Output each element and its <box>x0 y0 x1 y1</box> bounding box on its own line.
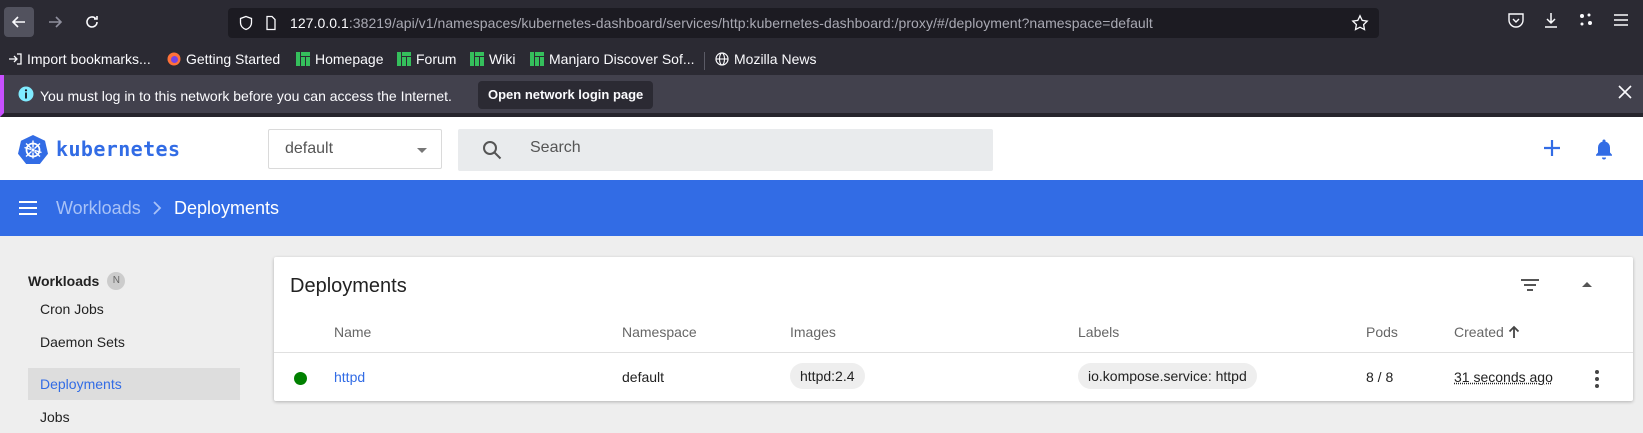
url-host: 127.0.0.1 <box>290 15 349 31</box>
dropdown-caret-icon <box>417 148 427 153</box>
sidebar-heading-label: Workloads <box>28 273 100 289</box>
logo-text: kubernetes <box>56 137 181 161</box>
search-icon <box>483 141 502 160</box>
bookmark-label: Homepage <box>315 51 384 67</box>
info-icon <box>18 86 34 102</box>
column-header-label: Labels <box>1078 324 1120 340</box>
reload-button[interactable] <box>77 7 107 37</box>
kubernetes-logo[interactable]: kubernetes <box>18 134 180 164</box>
kubernetes-wheel-icon <box>18 135 48 164</box>
pods-count: 8 / 8 <box>1366 369 1394 385</box>
url-path: :38219/api/v1/namespaces/kubernetes-dash… <box>348 15 1153 31</box>
create-resource-icon[interactable] <box>1542 138 1562 158</box>
extensions-icon[interactable] <box>1577 11 1595 29</box>
arrow-up-icon <box>1508 325 1519 338</box>
column-header-name[interactable]: Name <box>334 324 371 340</box>
manjaro-icon <box>397 52 411 66</box>
forward-button[interactable] <box>40 7 70 37</box>
bookmark-homepage[interactable]: Homepage <box>296 51 384 67</box>
label-chip: io.kompose.service: httpd <box>1078 363 1257 389</box>
created-time: 31 seconds ago <box>1454 369 1553 385</box>
bookmark-label: Import bookmarks... <box>27 51 151 67</box>
browser-toolbar: 127.0.0.1:38219/api/v1/namespaces/kubern… <box>0 0 1643 44</box>
search-input[interactable] <box>530 139 950 157</box>
bookmark-label: Wiki <box>489 51 516 67</box>
image-chip: httpd:2.4 <box>790 363 865 389</box>
column-header-namespace[interactable]: Namespace <box>622 324 697 340</box>
manjaro-icon <box>296 52 310 66</box>
bookmark-label: Forum <box>416 51 457 67</box>
pocket-icon[interactable] <box>1507 11 1525 29</box>
url-bar[interactable]: 127.0.0.1:38219/api/v1/namespaces/kubern… <box>228 8 1379 38</box>
globe-icon <box>715 52 729 66</box>
manjaro-icon <box>530 52 544 66</box>
import-icon <box>9 53 22 65</box>
deployments-card: Deployments Name Namespace Images Labels… <box>274 257 1633 401</box>
bookmark-label: Manjaro Discover Sof... <box>549 51 695 67</box>
deployment-name-link[interactable]: httpd <box>334 369 365 385</box>
breadcrumb-deployments: Deployments <box>174 198 280 218</box>
menu-icon[interactable] <box>18 198 38 218</box>
deployment-namespace: default <box>622 369 665 385</box>
sidebar-item-deployments[interactable]: Deployments <box>28 368 240 400</box>
bookmark-forum[interactable]: Forum <box>397 51 456 67</box>
namespaced-badge: N <box>107 272 126 290</box>
back-arrow-icon <box>11 16 25 28</box>
sidebar-item-cron-jobs[interactable]: Cron Jobs <box>28 293 240 325</box>
header-divider <box>274 352 1633 353</box>
dashboard-header: kubernetes default <box>0 117 1643 180</box>
bookmark-label: Mozilla News <box>734 51 817 67</box>
sidebar-item-jobs[interactable]: Jobs <box>28 401 240 433</box>
bookmark-import[interactable]: Import bookmarks... <box>8 51 151 67</box>
manjaro-icon <box>470 52 484 66</box>
column-header-pods: Pods <box>1366 324 1398 340</box>
notifications-bell-icon[interactable] <box>1594 138 1614 160</box>
bookmark-getting-started[interactable]: Getting Started <box>167 51 280 67</box>
bookmarks-bar: Import bookmarks... Getting Started Home… <box>0 44 1643 75</box>
hamburger-menu-icon[interactable] <box>1612 11 1630 29</box>
close-icon[interactable] <box>1617 84 1633 100</box>
downloads-icon[interactable] <box>1542 11 1560 29</box>
bookmark-wiki[interactable]: Wiki <box>470 51 515 67</box>
page-icon[interactable] <box>263 15 279 31</box>
column-header-label: Images <box>790 324 836 340</box>
breadcrumb-workloads[interactable]: Workloads <box>56 198 141 219</box>
column-header-labels: Labels <box>1078 324 1119 340</box>
firefox-icon <box>167 52 181 66</box>
bookmark-star-icon[interactable] <box>1351 14 1369 32</box>
column-header-images: Images <box>790 324 836 340</box>
notice-text: You must log in to this network before y… <box>40 88 452 104</box>
sidebar-item-daemon-sets[interactable]: Daemon Sets <box>28 326 240 358</box>
shield-icon[interactable] <box>238 15 254 31</box>
namespace-select[interactable]: default <box>268 129 442 169</box>
collapse-caret-icon[interactable] <box>1580 279 1594 289</box>
namespace-value: default <box>285 140 334 157</box>
sidebar-heading-workloads[interactable]: Workloads N <box>28 272 126 290</box>
bookmark-manjaro-discover[interactable]: Manjaro Discover Sof... <box>530 51 695 67</box>
chevron-right-icon <box>153 201 162 215</box>
bookmark-mozilla-news[interactable]: Mozilla News <box>715 51 816 67</box>
reload-icon <box>86 16 98 28</box>
bookmark-separator <box>704 52 705 70</box>
captive-portal-notice: You must log in to this network before y… <box>0 75 1643 117</box>
column-header-label: Created <box>1454 324 1504 340</box>
column-header-label: Pods <box>1366 324 1398 340</box>
url-text[interactable]: 127.0.0.1:38219/api/v1/namespaces/kubern… <box>290 15 1153 31</box>
column-header-created[interactable]: Created <box>1454 324 1520 340</box>
column-header-label: Name <box>334 324 372 340</box>
back-button[interactable] <box>4 7 34 37</box>
more-actions-icon[interactable] <box>1594 369 1600 389</box>
column-header-label: Namespace <box>622 324 697 340</box>
card-title: Deployments <box>290 275 407 297</box>
forward-arrow-icon <box>49 16 63 28</box>
bookmark-label: Getting Started <box>186 51 281 67</box>
open-network-login-button[interactable]: Open network login page <box>478 81 654 109</box>
search-box[interactable] <box>458 129 993 171</box>
sidebar: Workloads N Cron Jobs Daemon Sets Deploy… <box>0 236 258 426</box>
breadcrumb-bar: Workloads Deployments <box>0 180 1643 236</box>
filter-icon[interactable] <box>1519 275 1541 295</box>
status-running-icon <box>294 372 307 385</box>
